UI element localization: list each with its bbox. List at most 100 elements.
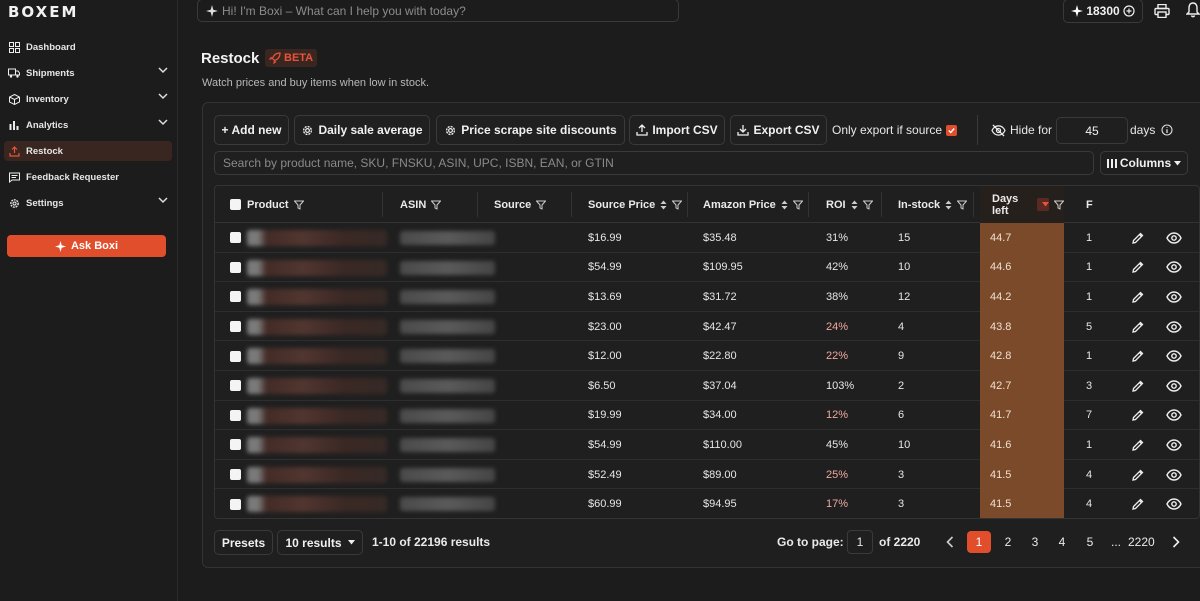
sidebar-item-settings[interactable]: Settings	[4, 193, 172, 213]
row-checkbox[interactable]	[230, 350, 241, 362]
row-checkbox[interactable]	[230, 291, 241, 303]
hide-days-input[interactable]: 45	[1056, 117, 1128, 144]
table-row[interactable]: $6.50 $37.04 103% 2 42.7 3	[215, 371, 1199, 401]
eye-icon[interactable]	[1166, 282, 1182, 312]
credits-button[interactable]: 18300	[1063, 0, 1143, 23]
edit-icon[interactable]	[1131, 430, 1145, 460]
eye-icon[interactable]	[1166, 430, 1182, 460]
edit-icon[interactable]	[1131, 253, 1145, 283]
header-in-stock[interactable]: In-stock	[898, 186, 974, 223]
edit-icon[interactable]	[1131, 460, 1145, 490]
presets-button[interactable]: Presets	[214, 530, 273, 555]
edit-icon[interactable]	[1131, 312, 1145, 342]
sort-icon[interactable]	[940, 200, 952, 210]
sort-icon[interactable]	[846, 200, 858, 210]
chevron-down-icon[interactable]	[158, 67, 168, 74]
row-checkbox[interactable]	[230, 380, 241, 392]
goto-page-input[interactable]: 1	[847, 530, 873, 554]
row-checkbox[interactable]	[230, 409, 241, 421]
header-next-column[interactable]: F	[1086, 186, 1106, 223]
next-page-button[interactable]	[1165, 531, 1187, 553]
sort-icon[interactable]	[776, 200, 788, 210]
edit-icon[interactable]	[1131, 489, 1145, 518]
sidebar-item-analytics[interactable]: Analytics	[4, 115, 172, 135]
row-checkbox[interactable]	[230, 439, 241, 451]
table-row[interactable]: $23.00 $42.47 24% 4 43.8 5	[215, 311, 1199, 342]
row-checkbox[interactable]	[230, 321, 241, 333]
page-button-2[interactable]: 2	[997, 531, 1019, 553]
eye-icon[interactable]	[1166, 460, 1182, 490]
table-row[interactable]: $12.00 $22.80 22% 9 42.8 1	[215, 341, 1199, 371]
sort-icon[interactable]	[655, 200, 667, 210]
eye-icon[interactable]	[1166, 223, 1182, 253]
filter-icon[interactable]	[426, 200, 442, 210]
table-row[interactable]: $52.49 $89.00 25% 3 41.5 4	[215, 459, 1199, 490]
table-row[interactable]: $16.99 $35.48 31% 15 44.7 1	[215, 223, 1199, 253]
daily-sale-average-button[interactable]: Daily sale average	[294, 115, 430, 145]
print-icon[interactable]	[1154, 4, 1170, 18]
per-page-select[interactable]: 10 results	[277, 530, 363, 555]
filter-icon[interactable]	[289, 200, 304, 210]
row-checkbox[interactable]	[230, 261, 241, 273]
filter-icon[interactable]	[1049, 200, 1064, 210]
table-row[interactable]: $19.99 $34.00 12% 6 41.7 7	[215, 400, 1199, 431]
header-asin[interactable]: ASIN	[400, 186, 478, 223]
filter-icon[interactable]	[531, 200, 547, 210]
header-days-left[interactable]: Days left	[992, 186, 1064, 223]
boxi-chat-input[interactable]: Hi! I'm Boxi – What can I help you with …	[197, 0, 679, 22]
columns-button[interactable]: Columns	[1100, 151, 1188, 175]
add-new-button[interactable]: + Add new	[214, 115, 289, 145]
filter-icon[interactable]	[858, 200, 873, 210]
sidebar-item-dashboard[interactable]: Dashboard	[4, 37, 172, 57]
only-export-checkbox[interactable]	[946, 124, 958, 136]
table-row[interactable]: $54.99 $109.95 42% 10 44.6 1	[215, 252, 1199, 283]
header-amazon-price[interactable]: Amazon Price	[703, 186, 809, 223]
product-search-input[interactable]: Search by product name, SKU, FNSKU, ASIN…	[214, 151, 1094, 175]
sidebar-item-inventory[interactable]: Inventory	[4, 89, 172, 109]
sidebar-item-restock[interactable]: Restock	[4, 141, 172, 161]
table-row[interactable]: $60.99 $94.95 17% 3 41.5 4	[215, 489, 1199, 518]
sidebar-item-shipments[interactable]: Shipments	[4, 63, 172, 83]
row-checkbox[interactable]	[230, 232, 241, 244]
eye-icon[interactable]	[1166, 312, 1182, 342]
import-csv-button[interactable]: Import CSV	[629, 115, 725, 145]
bell-icon[interactable]	[1186, 2, 1200, 18]
filter-icon[interactable]	[667, 200, 683, 210]
filter-icon[interactable]	[952, 200, 968, 210]
chevron-down-icon[interactable]	[158, 93, 168, 100]
eye-icon[interactable]	[1166, 401, 1182, 431]
table-row[interactable]: $54.99 $110.00 45% 10 41.6 1	[215, 430, 1199, 460]
prev-page-button[interactable]	[939, 531, 961, 553]
filter-icon[interactable]	[788, 200, 803, 210]
row-checkbox[interactable]	[230, 498, 241, 510]
edit-icon[interactable]	[1131, 223, 1145, 253]
sidebar-item-feedback-requester[interactable]: Feedback Requester	[4, 167, 172, 187]
table-row[interactable]: $13.69 $31.72 38% 12 44.2 1	[215, 282, 1199, 312]
info-icon[interactable]	[1155, 124, 1173, 136]
page-button-3[interactable]: 3	[1024, 531, 1046, 553]
page-button-5[interactable]: 5	[1079, 531, 1101, 553]
chevron-down-icon[interactable]	[158, 197, 168, 204]
select-all-checkbox[interactable]	[230, 199, 241, 210]
edit-icon[interactable]	[1131, 341, 1145, 371]
price-scrape-button[interactable]: Price scrape site discounts	[436, 115, 625, 145]
page-button-4[interactable]: 4	[1051, 531, 1073, 553]
edit-icon[interactable]	[1131, 282, 1145, 312]
edit-icon[interactable]	[1131, 401, 1145, 431]
eye-icon[interactable]	[1166, 371, 1182, 401]
eye-icon[interactable]	[1166, 489, 1182, 518]
page-button-2220[interactable]: 2220	[1128, 531, 1155, 553]
header-source-price[interactable]: Source Price	[588, 186, 688, 223]
page-button-1[interactable]: 1	[967, 531, 991, 553]
eye-icon[interactable]	[1166, 253, 1182, 283]
header-product[interactable]: Product	[230, 186, 383, 223]
header-source[interactable]: Source	[494, 186, 572, 223]
only-export-toggle[interactable]: Only export if source	[832, 123, 958, 137]
header-roi[interactable]: ROI	[826, 186, 882, 223]
ask-boxi-button[interactable]: Ask Boxi	[7, 235, 166, 257]
edit-icon[interactable]	[1131, 371, 1145, 401]
chevron-down-icon[interactable]	[158, 119, 168, 126]
export-csv-button[interactable]: Export CSV	[730, 115, 827, 145]
sort-desc-icon[interactable]	[1036, 198, 1049, 211]
eye-icon[interactable]	[1166, 341, 1182, 371]
